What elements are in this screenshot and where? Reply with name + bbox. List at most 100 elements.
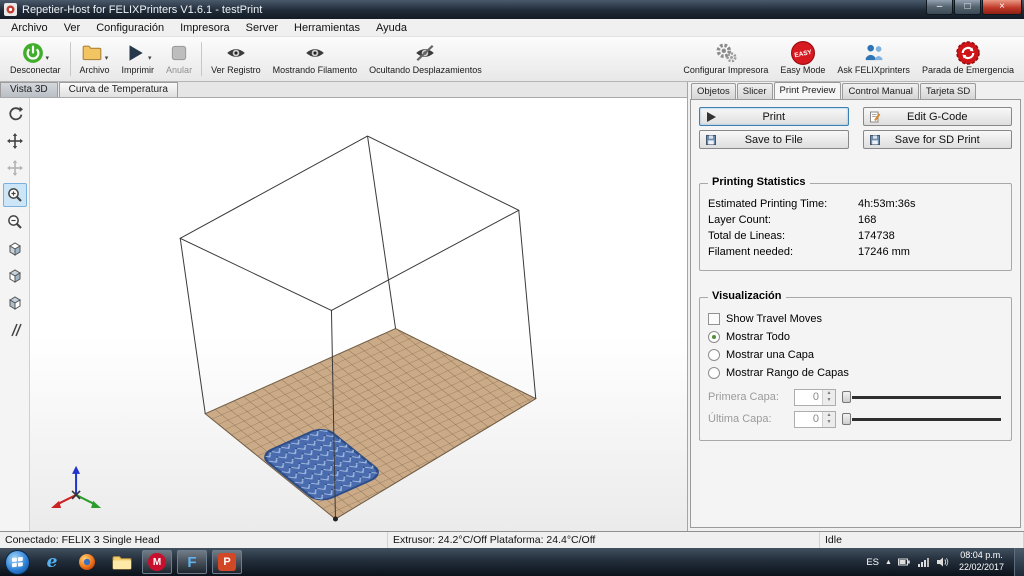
taskbar-clock[interactable]: 08:04 p.m. 22/02/2017 <box>955 550 1008 573</box>
file-button[interactable]: ▾ Archivo <box>74 38 116 80</box>
tray-expand-icon[interactable]: ▲ <box>885 559 892 566</box>
rotate-icon <box>8 106 23 121</box>
show-log-button[interactable]: Ver Registro <box>205 38 267 80</box>
minimize-button[interactable]: – <box>926 0 953 15</box>
start-button[interactable] <box>5 549 30 575</box>
show-travel-row: Show Travel Moves <box>708 310 1003 328</box>
configure-printer-button[interactable]: Configurar Impresora <box>677 38 774 80</box>
top-view-cube-icon <box>8 296 21 310</box>
tab-objetos[interactable]: Objetos <box>691 83 736 99</box>
clock-date: 22/02/2017 <box>958 562 1004 572</box>
disconnect-label: Desconectar <box>10 65 61 75</box>
spin-down-icon[interactable]: ▼ <box>823 397 835 405</box>
easy-badge-icon: EASY <box>790 40 815 65</box>
parallel-projection-tool[interactable] <box>3 318 27 342</box>
menu-archivo[interactable]: Archivo <box>3 20 56 36</box>
firefox-taskbar-icon[interactable] <box>72 550 102 574</box>
menu-ayuda[interactable]: Ayuda <box>368 20 415 36</box>
save-sd-button[interactable]: Save for SD Print <box>862 130 1012 149</box>
explorer-taskbar-icon[interactable] <box>107 550 137 574</box>
makerbot-letter: M <box>148 553 166 571</box>
spin-up-icon[interactable]: ▲ <box>823 389 835 397</box>
repetier-taskbar-icon[interactable]: F <box>177 550 207 574</box>
right-panel: Objetos Slicer Print Preview Control Man… <box>688 82 1024 531</box>
printing-statistics-group: Printing Statistics Estimated Printing T… <box>699 176 1012 271</box>
last-layer-slider[interactable] <box>842 412 1003 426</box>
print-action-button[interactable]: Print <box>699 107 849 126</box>
spinner-arrows: ▲ ▼ <box>822 389 835 405</box>
edit-gcode-button[interactable]: Edit G-Code <box>862 107 1012 126</box>
isometric-view-tool[interactable] <box>3 237 27 261</box>
emergency-stop-icon <box>956 40 980 65</box>
stat-row: Total de Lineas: 174738 <box>708 228 1003 244</box>
tab-temperature-curve[interactable]: Curva de Temperatura <box>58 82 178 97</box>
tab-slicer[interactable]: Slicer <box>736 83 773 99</box>
first-layer-spinner[interactable]: 0 ▲ ▼ <box>794 388 836 406</box>
slider-handle[interactable] <box>842 391 851 403</box>
cancel-label: Anular <box>166 65 193 75</box>
tab-3d-view[interactable]: Vista 3D <box>0 82 58 97</box>
tab-print-preview[interactable]: Print Preview <box>773 82 842 99</box>
menu-herramientas[interactable]: Herramientas <box>286 20 368 36</box>
makerbot-taskbar-icon[interactable]: M <box>142 550 172 574</box>
spin-up-icon[interactable]: ▲ <box>823 411 835 419</box>
close-button[interactable]: × <box>982 0 1022 15</box>
move-object-icon <box>6 160 23 176</box>
rotate-view-tool[interactable] <box>3 102 27 126</box>
view-region: Vista 3D Curva de Temperatura <box>0 82 688 531</box>
menu-server[interactable]: Server <box>238 20 286 36</box>
slider-track <box>852 418 1001 421</box>
view-tool-strip <box>0 98 30 531</box>
maximize-button[interactable]: □ <box>954 0 981 15</box>
menu-configuracion[interactable]: Configuración <box>88 20 172 36</box>
folder-icon <box>112 556 132 570</box>
hide-travel-button[interactable]: Ocultando Desplazamientos <box>363 38 488 80</box>
emergency-stop-button[interactable]: Parada de Emergencia <box>916 38 1020 80</box>
powerpoint-taskbar-icon[interactable]: P <box>212 550 242 574</box>
save-to-file-button[interactable]: Save to File <box>699 130 849 149</box>
disconnect-button[interactable]: ▾ Desconectar <box>4 38 67 80</box>
dropdown-arrow-icon: ▾ <box>45 55 50 62</box>
first-layer-slider[interactable] <box>842 390 1003 404</box>
easy-mode-button[interactable]: EASY Easy Mode <box>774 38 831 80</box>
front-view-tool[interactable] <box>3 264 27 288</box>
slider-track <box>852 396 1001 399</box>
battery-icon[interactable] <box>897 556 911 568</box>
travel-moves-checkbox[interactable] <box>708 313 720 325</box>
move-view-tool[interactable] <box>3 129 27 153</box>
show-filament-button[interactable]: Mostrando Filamento <box>267 38 364 80</box>
stat-row: Estimated Printing Time: 4h:53m:36s <box>708 196 1003 212</box>
radio-mostrar-una-capa[interactable] <box>708 349 720 361</box>
viewport-3d-scene <box>51 135 537 522</box>
tab-tarjeta-sd[interactable]: Tarjeta SD <box>919 83 977 99</box>
zoom-out-tool[interactable] <box>3 210 27 234</box>
radio-mostrar-rango[interactable] <box>708 367 720 379</box>
network-icon[interactable] <box>917 556 930 568</box>
top-view-tool[interactable] <box>3 291 27 315</box>
system-tray: ES ▲ 08:04 p.m. 22/02/2017 <box>866 548 1024 576</box>
radio-mostrar-todo[interactable] <box>708 331 720 343</box>
volume-icon[interactable] <box>936 556 949 568</box>
menu-ver[interactable]: Ver <box>56 20 89 36</box>
language-indicator[interactable]: ES <box>866 557 879 568</box>
ie-taskbar-icon[interactable]: e <box>37 550 67 574</box>
tab-control-manual[interactable]: Control Manual <box>842 83 919 99</box>
origin-marker <box>332 516 338 522</box>
show-desktop-button[interactable] <box>1014 548 1024 576</box>
first-layer-row: Primera Capa: 0 ▲ ▼ <box>708 386 1003 408</box>
ask-felixprinters-button[interactable]: Ask FELIXprinters <box>831 38 916 80</box>
print-label: Imprimir <box>121 65 155 75</box>
stat-label: Estimated Printing Time: <box>708 198 828 210</box>
slider-handle[interactable] <box>842 413 851 425</box>
print-button[interactable]: ▾ Imprimir <box>116 38 161 80</box>
viewport-3d[interactable] <box>30 98 687 531</box>
windows-flag-icon <box>12 556 23 567</box>
spin-down-icon[interactable]: ▼ <box>823 419 835 427</box>
last-layer-spinner[interactable]: 0 ▲ ▼ <box>794 410 836 428</box>
save-to-file-label: Save to File <box>744 133 803 146</box>
power-connect-icon <box>22 42 43 63</box>
zoom-in-tool[interactable] <box>2 183 27 207</box>
travel-moves-label: Show Travel Moves <box>726 313 822 325</box>
gears-icon <box>716 43 737 62</box>
menu-impresora[interactable]: Impresora <box>172 20 238 36</box>
